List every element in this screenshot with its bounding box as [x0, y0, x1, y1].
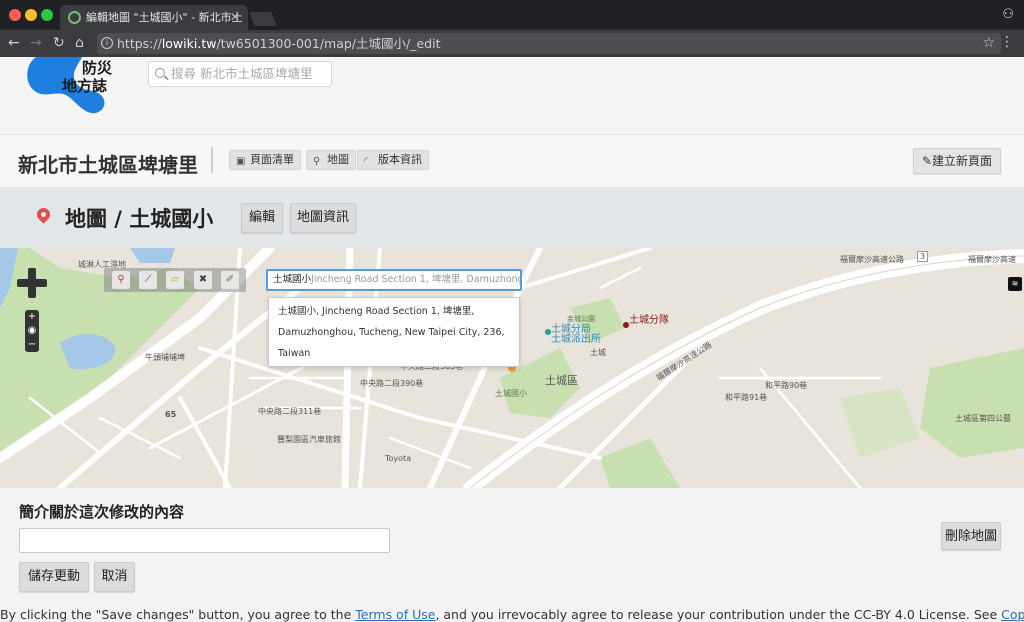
- new-page-button[interactable]: ✎建立新頁面: [913, 148, 1001, 174]
- bus-icon: ▣: [236, 156, 246, 167]
- legal-notice: By clicking the "Save changes" button, y…: [0, 607, 1024, 622]
- map-label-tucheng: 土城: [590, 348, 606, 357]
- map-label-park2: 金城公園: [567, 315, 595, 323]
- search-placeholder: 搜尋 新北市土城區埤塘里: [171, 66, 313, 81]
- bookmark-star-icon[interactable]: ☆: [982, 33, 995, 54]
- map-label-police2: 土城派出所: [551, 334, 601, 345]
- map-label-fire: 土城分隊: [629, 315, 669, 326]
- favicon-icon: [68, 11, 81, 24]
- map-label-lane90: 和平路90巷: [765, 381, 808, 390]
- edit-button[interactable]: 編輯: [241, 203, 283, 233]
- map-label-route: 3: [917, 251, 929, 262]
- terms-link[interactable]: Terms of Use: [355, 607, 435, 622]
- logo-text: 防災 地方誌: [62, 59, 113, 95]
- save-button[interactable]: 儲存更動: [19, 562, 89, 592]
- changes-link[interactable]: ◜ 版本資訊: [357, 150, 429, 170]
- url-input[interactable]: i https://lowiki.tw/tw6501300-001/map/土城…: [97, 33, 1001, 54]
- zoom-in-button[interactable]: +: [25, 310, 39, 324]
- marker-tool-icon[interactable]: ⚲: [112, 271, 130, 289]
- delete-map-button[interactable]: 刪除地圖: [941, 522, 1001, 550]
- region-bar: 新北市土城區埤塘里 ▣ 頁面清單 ⚲ 地圖 ◜ 版本資訊 ✎建立新頁面: [0, 135, 1024, 187]
- zoom-out-button[interactable]: −: [25, 338, 39, 352]
- cancel-button[interactable]: 取消: [94, 562, 135, 592]
- pencil-icon: ✎: [921, 154, 933, 168]
- paint-tool-icon[interactable]: ✐: [221, 271, 239, 289]
- zoom-control: + ◉ −: [25, 310, 39, 352]
- geocode-value: 土城國小: [273, 274, 312, 285]
- close-window-button[interactable]: [9, 9, 21, 21]
- map-label-school: 土城國小: [495, 389, 527, 398]
- globe-icon[interactable]: ◉: [25, 324, 39, 338]
- map-marker-icon: [34, 205, 53, 224]
- geocode-input[interactable]: 土城國小Jincheng Road Section 1, 埤塘里, Damuzh…: [266, 269, 522, 291]
- page-list-link[interactable]: ▣ 頁面清單: [229, 150, 301, 170]
- map-label-65: 65: [165, 410, 177, 419]
- map-label-district: 土城區: [545, 374, 578, 387]
- divider: [211, 147, 213, 173]
- summary-input[interactable]: [19, 528, 390, 553]
- minimize-window-button[interactable]: [25, 9, 37, 21]
- url-path: /tw6501300-001/map/土城國小/_edit: [216, 36, 441, 51]
- summary-label: 簡介關於這次修改的內容: [19, 503, 185, 521]
- suggestion-line: Damuzhonghou, Tucheng, New Taipei City, …: [278, 327, 505, 338]
- map-label-car-factory: 豐梨園區汽車旅館: [277, 435, 341, 444]
- page-title-bar: 地圖 / 土城國小 編輯 地圖資訊: [0, 187, 1024, 248]
- page-title: 地圖 / 土城國小: [65, 207, 214, 231]
- suggestion-line: 土城國小, Jincheng Road Section 1, 埤塘里,: [278, 306, 475, 317]
- new-tab-button[interactable]: [249, 12, 277, 26]
- suggestion-line: Taiwan: [278, 348, 311, 359]
- map-label-lane-b: 中央路二段390巷: [360, 379, 424, 388]
- line-tool-icon[interactable]: ⟋: [139, 271, 157, 289]
- pan-control[interactable]: [17, 268, 47, 298]
- url-host: lowiki.tw: [161, 36, 217, 51]
- map-info-button[interactable]: 地圖資訊: [290, 203, 356, 233]
- geocode-suggestion[interactable]: 土城國小, Jincheng Road Section 1, 埤塘里, Damu…: [268, 297, 520, 367]
- home-icon[interactable]: ⌂: [75, 34, 84, 52]
- url-scheme: https://: [117, 36, 162, 51]
- back-icon[interactable]: ←: [8, 34, 20, 52]
- map-label-park3: 土城區第四公墓: [955, 414, 1011, 423]
- geocode-hint: Jincheng Road Section 1, 埤塘里, Damuzhongh…: [311, 274, 522, 285]
- browser-toolbar: ← → ↻ ⌂ i https://lowiki.tw/tw6501300-00…: [0, 30, 1024, 57]
- draw-toolbar: ⚲ ⟋ ▱ ✖ ✐: [104, 268, 246, 292]
- zoom-window-button[interactable]: [41, 9, 53, 21]
- incognito-icon: ⚇: [1002, 7, 1014, 22]
- forward-icon[interactable]: →: [30, 34, 42, 52]
- browser-tab[interactable]: 編輯地圖 "土城國小" - 新北市土 ✕: [60, 5, 248, 30]
- search-input[interactable]: 搜尋 新北市土城區埤塘里: [148, 61, 332, 87]
- info-icon[interactable]: i: [101, 37, 113, 49]
- tab-title: 編輯地圖 "土城國小" - 新北市土: [86, 11, 243, 24]
- map-label-area1: 牛頭埔埔埤: [145, 353, 185, 362]
- rss-icon: ◜: [364, 156, 368, 167]
- site-header: 防災 地方誌 搜尋 新北市土城區埤塘里: [0, 57, 1024, 135]
- layers-icon[interactable]: ≋: [1008, 277, 1022, 291]
- map-label-lane-c: 中央路二段311巷: [258, 407, 322, 416]
- search-icon: [155, 68, 165, 78]
- map-label-expressway-short: 福爾摩沙高速: [968, 255, 1016, 264]
- region-title[interactable]: 新北市土城區埤塘里: [18, 149, 198, 178]
- map-label-toyota: Toyota: [385, 454, 412, 463]
- close-tab-icon[interactable]: ✕: [230, 5, 240, 30]
- map-label-lane91: 和平路91巷: [725, 393, 768, 402]
- map-label-expressway: 福爾摩沙高速公路: [840, 255, 904, 264]
- reload-icon[interactable]: ↻: [53, 34, 65, 52]
- map-pin-icon: ⚲: [313, 156, 321, 167]
- map-canvas[interactable]: 城淋人工濕地 福爾摩沙高速公路 3 福爾摩沙高速 福爾摩沙高速公路 土城分局 土…: [0, 248, 1024, 488]
- browser-menu-icon[interactable]: ⋮: [1000, 34, 1014, 50]
- copyrights-link[interactable]: Copyrights: [1001, 607, 1024, 622]
- delete-tool-icon[interactable]: ✖: [194, 271, 212, 289]
- browser-tabbar: 編輯地圖 "土城國小" - 新北市土 ✕ ⚇: [0, 0, 1024, 30]
- map-link[interactable]: ⚲ 地圖: [306, 150, 356, 170]
- polygon-tool-icon[interactable]: ▱: [166, 271, 184, 289]
- edit-form: 簡介關於這次修改的內容 儲存更動 取消 刪除地圖 By clicking the…: [0, 488, 1024, 622]
